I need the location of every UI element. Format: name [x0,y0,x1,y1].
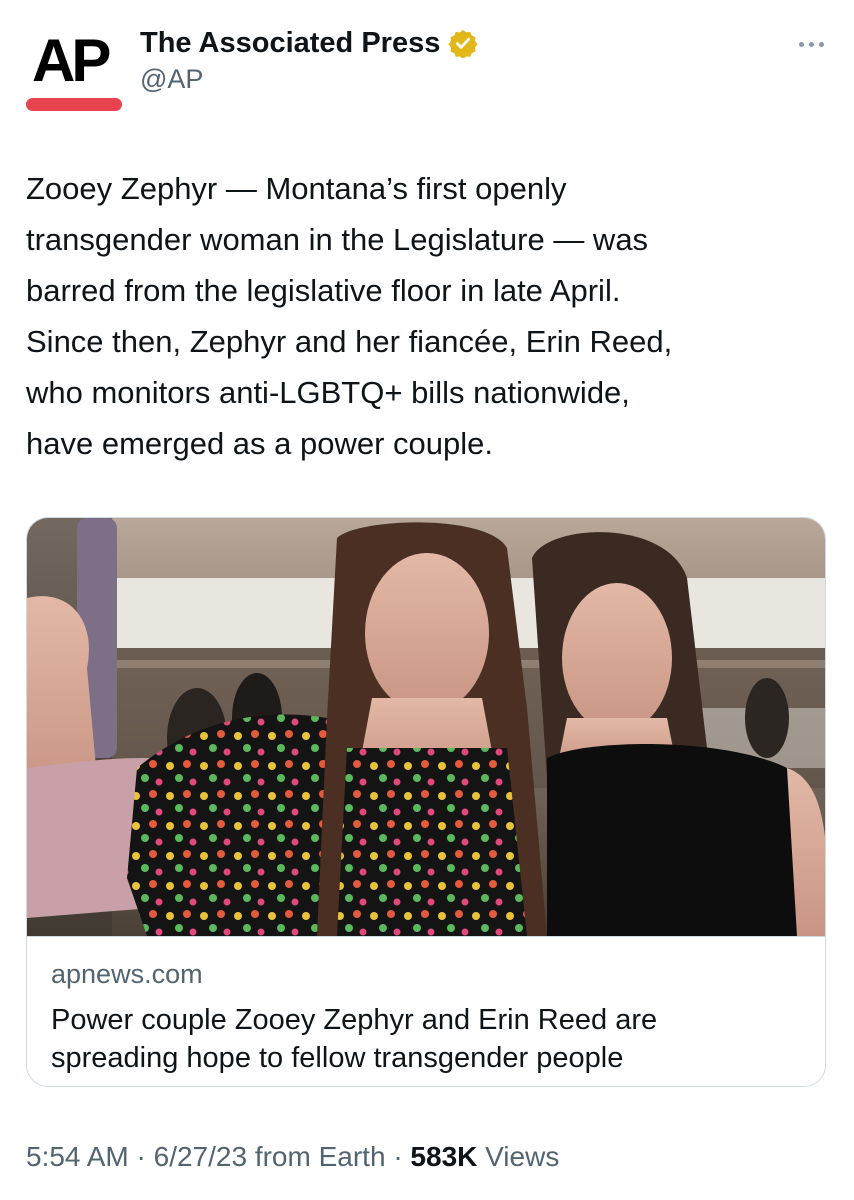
more-options-icon[interactable] [799,42,824,47]
account-handle[interactable]: @AP [140,64,203,95]
footer-separator: · [136,1141,146,1172]
card-photo [27,518,825,936]
tweet-time[interactable]: 5:54 AM [26,1141,129,1172]
tweet-source: from Earth [254,1141,386,1172]
views-count[interactable]: 583K [410,1141,477,1172]
tweet-date[interactable]: 6/27/23 [154,1141,247,1172]
account-name[interactable]: The Associated Press [140,26,440,60]
ap-avatar[interactable]: AP [24,26,124,116]
tweet-footer: 5:54 AM · 6/27/23 from Earth · 583K View… [26,1141,559,1173]
views-label: Views [485,1141,560,1172]
name-row: The Associated Press [140,26,478,60]
card-meta: apnews.com Power couple Zooey Zephyr and… [27,936,825,1086]
card-title: Power couple Zooey Zephyr and Erin Reed … [51,1004,658,1074]
tweet-header: AP The Associated Press @AP [0,0,854,130]
ap-logo-text: AP [32,27,111,94]
tweet-text: Zooey Zephyr — Montana’s first openly tr… [26,171,673,461]
card-domain: apnews.com [51,959,203,989]
footer-separator: · [393,1141,403,1172]
ap-logo-bar [26,98,122,111]
verified-badge-icon [448,29,478,58]
link-card[interactable]: apnews.com Power couple Zooey Zephyr and… [26,517,826,1087]
